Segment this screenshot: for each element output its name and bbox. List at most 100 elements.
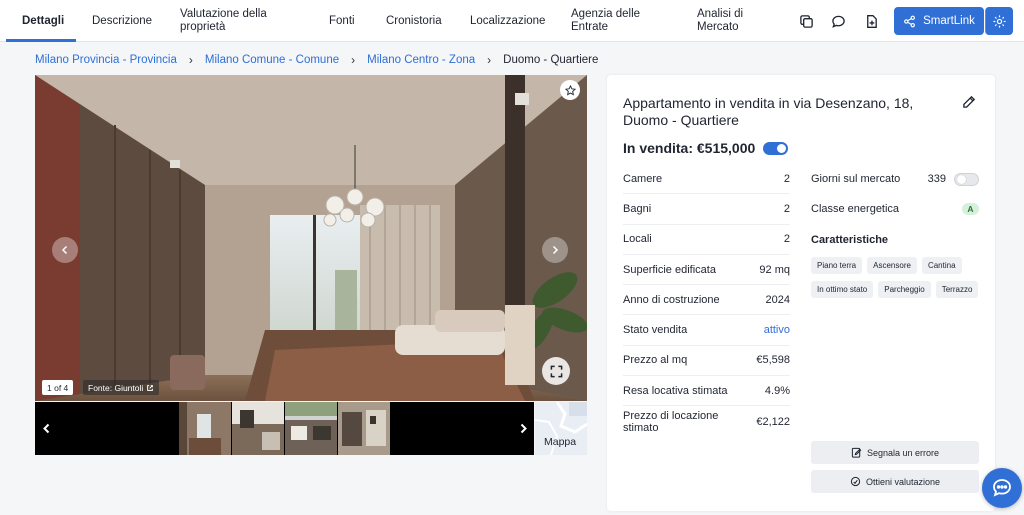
stat-label: Bagni — [623, 202, 652, 215]
stat-row: Locali 2 — [623, 225, 790, 255]
thumbnail[interactable] — [338, 402, 390, 455]
sale-status-link[interactable]: attivo — [764, 324, 790, 336]
bedroom-image — [35, 75, 587, 401]
map-label: Mappa — [544, 436, 577, 448]
stat-value: 2 — [783, 172, 790, 185]
stat-value: 2 — [783, 202, 790, 215]
listing-details-card: Appartamento in vendita in via Desenzano… — [607, 75, 995, 511]
share-icon — [904, 15, 916, 27]
stat-row: Stato vendita attivo — [623, 315, 790, 346]
copy-icon[interactable] — [795, 10, 817, 32]
smartlink-label: SmartLink — [923, 15, 975, 27]
chevron-left-icon — [61, 245, 68, 255]
stat-label: Anno di costruzione — [623, 293, 720, 306]
features-list: Piano terra Ascensore Cantina In ottimo … — [811, 257, 981, 298]
feature-chip: Parcheggio — [878, 281, 931, 298]
stat-row: Prezzo di locazione stimato €2,122 — [623, 406, 790, 436]
get-valuation-label: Ottieni valutazione — [865, 476, 941, 487]
get-valuation-button[interactable]: Ottieni valutazione — [811, 470, 979, 493]
stat-label: Resa locativa stimata — [623, 384, 728, 397]
stat-value: €5,598 — [756, 354, 790, 367]
report-error-label: Segnala un errore — [866, 447, 940, 458]
chat-support-button[interactable] — [982, 468, 1022, 508]
tab-cronistoria[interactable]: Cronistoria — [386, 0, 442, 42]
star-icon — [564, 84, 576, 96]
chat-icon[interactable] — [827, 10, 849, 32]
thumbnail[interactable] — [179, 402, 231, 455]
chevron-right-icon — [552, 245, 559, 255]
stat-label: Prezzo di locazione stimato — [623, 409, 719, 434]
price-toggle[interactable] — [763, 141, 789, 155]
stat-label: Superficie edificata — [623, 263, 716, 276]
thumbnail[interactable] — [285, 402, 337, 455]
tab-fonti[interactable]: Fonti — [329, 0, 355, 42]
days-on-market-row: Giorni sul mercato 339 — [811, 164, 979, 194]
photo-counter: 1 of 4 — [42, 380, 74, 395]
breadcrumb-current: Duomo - Quartiere — [503, 54, 599, 66]
tab-analisi-mercato[interactable]: Analisi di Mercato — [697, 0, 763, 42]
feature-chip: Ascensore — [867, 257, 917, 274]
tab-agenzia-entrate[interactable]: Agenzia delle Entrate — [571, 0, 651, 42]
photo-source-link[interactable]: Fonte: Giuntoli — [83, 380, 160, 395]
energy-class-row: Classe energetica A — [811, 194, 979, 224]
chevron-right-icon: › — [487, 53, 492, 67]
breadcrumb-zona[interactable]: Milano Centro - Zona — [367, 54, 475, 66]
main-photo[interactable]: 1 of 4 Fonte: Giuntoli — [35, 75, 587, 401]
stat-label: Stato vendita — [623, 324, 688, 337]
stat-value: €2,122 — [756, 415, 790, 428]
stat-label: Prezzo al mq — [623, 354, 688, 367]
stat-row: Camere 2 — [623, 164, 790, 195]
breadcrumb-provincia[interactable]: Milano Provincia - Provincia — [35, 54, 177, 66]
stat-row: Superficie edificata 92 mq — [623, 255, 790, 286]
listing-price: In vendita: €515,000 — [623, 140, 756, 156]
stat-value: 2024 — [765, 293, 790, 306]
stats-table: Camere 2 Bagni 2 Locali 2 Superficie edific… — [623, 164, 790, 437]
thumbnail[interactable] — [232, 402, 284, 455]
edit-note-icon — [851, 447, 862, 458]
top-nav: Dettagli Descrizione Valutazione della p… — [0, 0, 1024, 42]
external-link-icon — [147, 384, 154, 391]
settings-button[interactable] — [985, 7, 1013, 35]
valuation-icon — [850, 476, 861, 487]
chevron-right-icon — [520, 423, 527, 433]
active-tab-indicator — [6, 39, 76, 42]
photo-source-label: Fonte: Giuntoli — [88, 382, 144, 393]
map-thumbnail[interactable]: Mappa — [535, 402, 587, 455]
prev-photo-button[interactable] — [52, 237, 78, 263]
days-on-market-toggle[interactable] — [954, 172, 979, 186]
fullscreen-button[interactable] — [542, 357, 570, 385]
breadcrumb: Milano Provincia - Provincia › Milano Co… — [35, 53, 598, 67]
thumbs-next-button[interactable] — [515, 420, 531, 436]
feature-chip: Cantina — [921, 257, 962, 274]
stat-value: 2 — [783, 233, 790, 246]
document-add-icon[interactable] — [860, 10, 882, 32]
tab-localizzazione[interactable]: Localizzazione — [470, 0, 545, 42]
tab-dettagli[interactable]: Dettagli — [22, 0, 64, 42]
stat-value: 4.9% — [764, 384, 790, 397]
breadcrumb-comune[interactable]: Milano Comune - Comune — [205, 54, 339, 66]
features-title: Caratteristiche — [811, 234, 889, 246]
stat-row: Resa locativa stimata 4.9% — [623, 376, 790, 407]
pencil-icon — [963, 95, 976, 108]
tab-descrizione[interactable]: Descrizione — [92, 0, 152, 42]
next-photo-button[interactable] — [542, 237, 568, 263]
stat-value: 92 mq — [759, 263, 790, 276]
stat-row: Prezzo al mq €5,598 — [623, 346, 790, 377]
report-error-button[interactable]: Segnala un errore — [811, 441, 979, 464]
feature-chip: Terrazzo — [935, 281, 979, 298]
feature-chip: In ottimo stato — [811, 281, 874, 298]
stat-label: Locali — [623, 233, 652, 246]
feature-chip: Piano terra — [811, 257, 863, 274]
days-on-market-label: Giorni sul mercato — [811, 173, 901, 185]
chevron-right-icon: › — [188, 53, 193, 67]
chevron-right-icon: › — [351, 53, 356, 67]
thumbs-prev-button[interactable] — [38, 420, 54, 436]
favorite-button[interactable] — [560, 80, 580, 100]
edit-button[interactable] — [962, 95, 978, 111]
smartlink-button[interactable]: SmartLink — [894, 7, 984, 35]
tab-valutazione[interactable]: Valutazione della proprietà — [180, 0, 290, 42]
energy-class-badge: A — [962, 203, 979, 215]
listing-title: Appartamento in vendita in via Desenzano… — [623, 95, 914, 128]
stat-row: Anno di costruzione 2024 — [623, 285, 790, 316]
gear-icon — [993, 14, 1006, 28]
